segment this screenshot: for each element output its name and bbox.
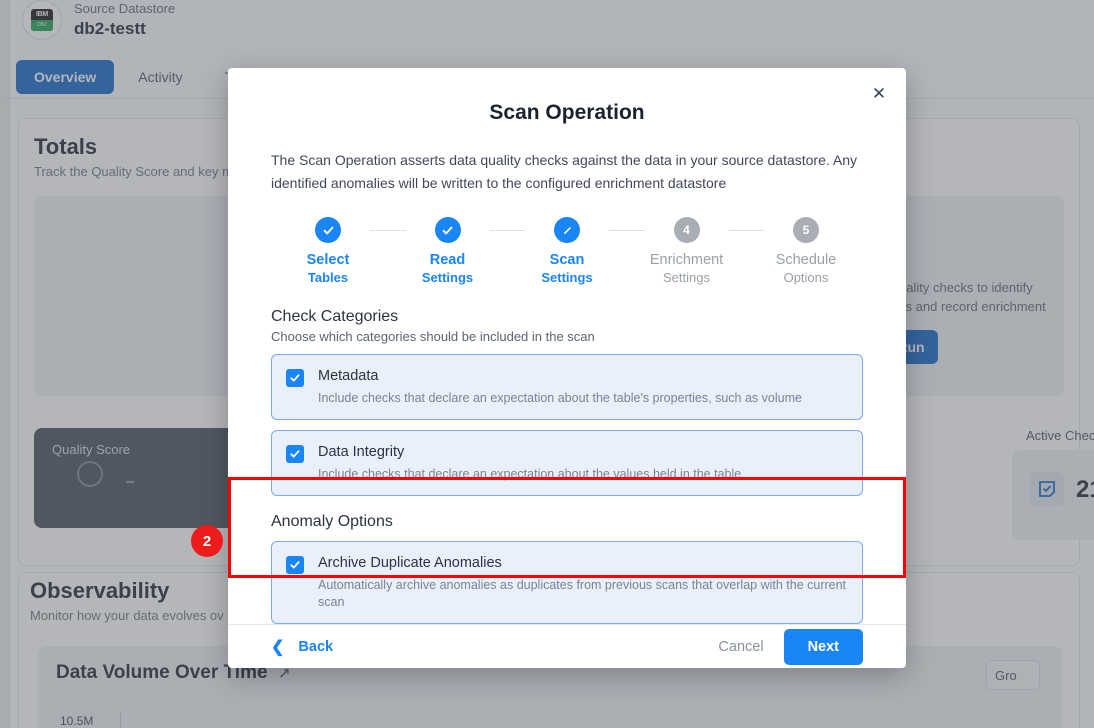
close-icon[interactable]: ✕ [866, 80, 892, 106]
step-2-line1: Read [429, 252, 466, 268]
step-3-line2: Settings [541, 270, 593, 285]
step-connector-2 [489, 230, 525, 231]
step-select-tables[interactable]: Select Tables [286, 217, 370, 286]
option-archive-duplicate-anomalies[interactable]: Archive Duplicate Anomalies Automaticall… [271, 541, 863, 624]
check-categories-heading: Check Categories [271, 308, 399, 325]
data-integrity-description: Include checks that declare an expectati… [318, 467, 742, 481]
next-button[interactable]: Next [783, 628, 863, 665]
step-4-line2: Settings [663, 270, 710, 285]
step-3-pencil-icon [554, 217, 580, 243]
modal-description: The Scan Operation asserts data quality … [271, 152, 858, 191]
anomaly-options-heading: Anomaly Options [271, 513, 393, 530]
archive-duplicate-anomalies-description: Automatically archive anomalies as dupli… [318, 578, 847, 609]
metadata-description: Include checks that declare an expectati… [318, 391, 802, 405]
step-4-number: 4 [673, 217, 700, 243]
step-connector-3 [609, 230, 645, 231]
metadata-title: Metadata [318, 368, 379, 384]
modal-title: Scan Operation [489, 101, 645, 124]
check-categories-subheading: Choose which categories should be includ… [271, 329, 595, 344]
modal-footer: ❮ Back Cancel Next [228, 624, 906, 668]
step-2-line2: Settings [421, 270, 474, 285]
step-connector-1 [370, 230, 406, 231]
step-read-settings[interactable]: Read Settings [406, 217, 490, 286]
step-5-line1: Schedule [775, 252, 837, 268]
wizard-stepper: Select Tables Read Settings Scan Setting… [228, 217, 906, 286]
scan-operation-modal: ✕ Scan Operation The Scan Operation asse… [228, 68, 906, 668]
check-categories-section: Check Categories Choose which categories… [271, 308, 863, 496]
step-scan-settings[interactable]: Scan Settings [525, 217, 609, 286]
step-enrichment-settings[interactable]: 4 Enrichment Settings [645, 217, 729, 286]
step-3-line1: Scan [549, 252, 585, 268]
step-5-number: 5 [793, 217, 819, 243]
step-1-line2: Tables [307, 270, 349, 285]
archive-duplicate-anomalies-title: Archive Duplicate Anomalies [318, 555, 502, 571]
footer-actions: Cancel Next [718, 628, 863, 665]
modal-body: Check Categories Choose which categories… [228, 308, 906, 624]
back-button[interactable]: ❮ Back [271, 637, 333, 657]
option-data-integrity[interactable]: Data Integrity Include checks that decla… [271, 430, 863, 496]
step-1-check-icon [315, 217, 341, 243]
cancel-button[interactable]: Cancel [718, 639, 763, 655]
metadata-checkbox[interactable] [286, 369, 304, 387]
anomaly-options-section: Anomaly Options Archive Duplicate Anomal… [271, 513, 863, 624]
step-5-line2: Options [783, 270, 829, 285]
step-4-line1: Enrichment [649, 252, 724, 268]
step-1-line1: Select [306, 252, 350, 268]
option-metadata[interactable]: Metadata Include checks that declare an … [271, 354, 863, 420]
step-schedule-options[interactable]: 5 Schedule Options [764, 217, 848, 286]
screen: IBM DB2 Source Datastore db2-testt Overv… [0, 0, 1094, 728]
step-2-check-icon [434, 217, 461, 243]
step-connector-4 [728, 230, 764, 231]
chevron-left-icon: ❮ [271, 638, 285, 656]
data-integrity-title: Data Integrity [318, 444, 405, 460]
annotation-badge: 2 [191, 525, 223, 557]
archive-duplicate-anomalies-checkbox[interactable] [286, 556, 304, 574]
back-button-label: Back [298, 638, 334, 655]
data-integrity-checkbox[interactable] [286, 445, 304, 463]
